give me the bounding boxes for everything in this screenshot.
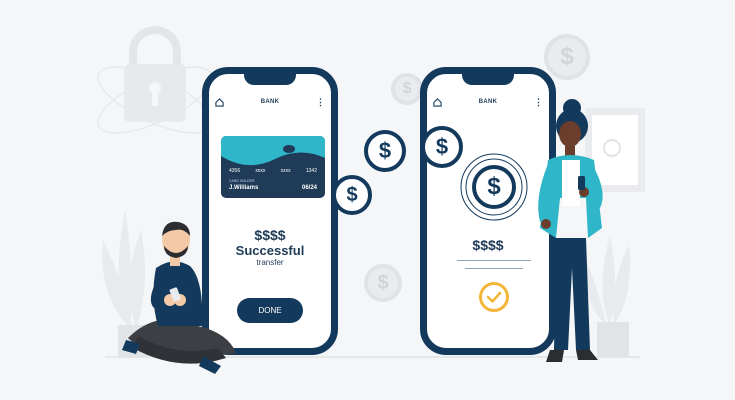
man-with-phone-figure (122, 221, 236, 374)
home-icon[interactable] (433, 97, 442, 107)
padlock-icon (97, 26, 213, 134)
woman-with-phone-figure (538, 99, 603, 362)
phone-top-bar: BANK ⋮ (209, 94, 331, 110)
bank-title: BANK (260, 99, 280, 105)
background-coin: $ (364, 264, 402, 302)
received-coin: $ (472, 165, 516, 209)
card-number-group: 1342 (305, 168, 317, 174)
card-expiry: 06/24 (301, 185, 317, 191)
card-number-group: xxxx (280, 168, 291, 174)
card-number: 4356 xxxx xxxx 1342 (229, 168, 317, 174)
check-icon (486, 291, 502, 303)
card-number-group: 4356 (229, 168, 241, 174)
bank-title: BANK (478, 99, 498, 105)
phone-notch (244, 73, 296, 85)
home-icon[interactable] (215, 97, 224, 107)
more-menu-icon[interactable]: ⋮ (316, 97, 325, 107)
card-holder-name: J.Williams (229, 185, 259, 191)
flying-coin: $ (332, 175, 372, 215)
card-wave-icon (221, 136, 325, 166)
divider-line (465, 268, 523, 269)
card-number-group: xxxx (255, 168, 266, 174)
credit-card: 4356 xxxx xxxx 1342 CARD HOLDER J.Willia… (221, 136, 325, 198)
background-coin: $ (391, 73, 423, 105)
illustration-stage: $ $ $ BANK ⋮ 4356 xxxx xxxx 1342 CARD HO… (0, 0, 735, 400)
card-holder-label: CARD HOLDER (229, 179, 255, 183)
background-coin: $ (544, 34, 590, 80)
success-check-badge (479, 282, 509, 312)
flying-coin: $ (364, 130, 406, 172)
phone-notch (462, 73, 514, 85)
flying-coin: $ (421, 126, 463, 168)
